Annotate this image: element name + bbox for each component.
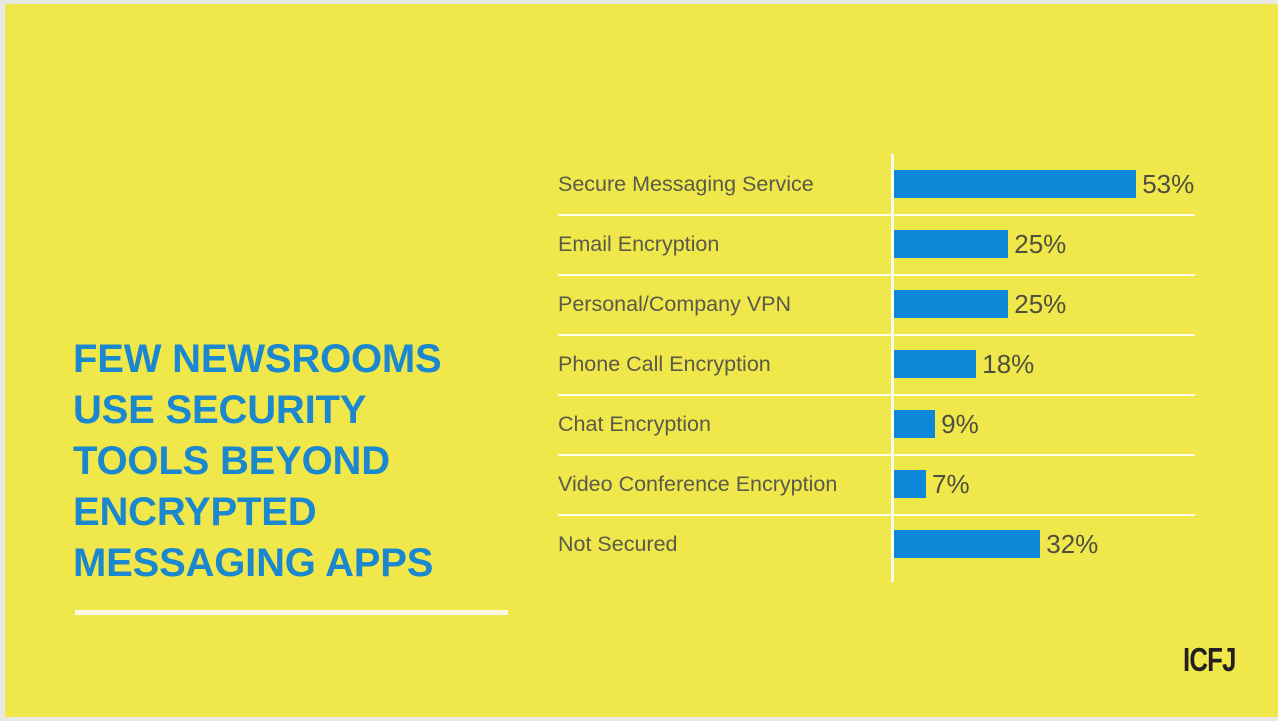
chart-bar-group: 7% bbox=[894, 454, 970, 514]
chart-bar-group: 32% bbox=[894, 514, 1098, 574]
chart-row: Chat Encryption 9% bbox=[558, 394, 1198, 454]
chart-row: Secure Messaging Service 53% bbox=[558, 154, 1198, 214]
headline-block: FEW NEWSROOMS USE SECURITY TOOLS BEYOND … bbox=[73, 334, 513, 615]
chart-bar bbox=[894, 230, 1009, 258]
chart-category-label: Email Encryption bbox=[558, 232, 720, 256]
icfj-logo: ICFJ bbox=[1183, 641, 1236, 678]
chart-value-label: 25% bbox=[1014, 289, 1067, 319]
chart-bar-group: 25% bbox=[894, 214, 1066, 274]
chart-bar-group: 9% bbox=[894, 394, 979, 454]
slide-canvas: FEW NEWSROOMS USE SECURITY TOOLS BEYOND … bbox=[5, 4, 1278, 717]
chart-category-label: Secure Messaging Service bbox=[558, 172, 814, 196]
chart-row: Personal/Company VPN 25% bbox=[558, 274, 1198, 334]
chart-value-label: 7% bbox=[931, 469, 970, 499]
chart-value-label: 32% bbox=[1046, 529, 1099, 559]
chart-value-label: 25% bbox=[1014, 229, 1067, 259]
chart-bar-group: 25% bbox=[894, 274, 1066, 334]
chart-value-label: 53% bbox=[1142, 169, 1195, 199]
chart-bar-group: 53% bbox=[894, 154, 1194, 214]
chart-category-label: Chat Encryption bbox=[558, 412, 711, 436]
chart-category-label: Not Secured bbox=[558, 532, 678, 556]
chart-bar bbox=[894, 530, 1041, 558]
chart-bar bbox=[894, 290, 1009, 318]
chart-bar bbox=[894, 410, 936, 438]
bar-chart: Secure Messaging Service 53% Email Encrypt… bbox=[558, 154, 1198, 584]
chart-bar-group: 18% bbox=[894, 334, 1034, 394]
headline-divider bbox=[75, 610, 508, 615]
chart-row: Email Encryption 25% bbox=[558, 214, 1198, 274]
chart-category-label: Personal/Company VPN bbox=[558, 292, 792, 316]
chart-row: Video Conference Encryption 7% bbox=[558, 454, 1198, 514]
chart-category-label: Phone Call Encryption bbox=[558, 352, 771, 376]
chart-bar bbox=[894, 170, 1137, 198]
chart-category-label: Video Conference Encryption bbox=[558, 472, 838, 496]
chart-value-label: 9% bbox=[941, 409, 979, 439]
chart-value-label: 18% bbox=[982, 349, 1035, 379]
chart-bar bbox=[894, 350, 977, 378]
chart-row: Phone Call Encryption 18% bbox=[558, 334, 1198, 394]
chart-row: Not Secured 32% bbox=[558, 514, 1198, 574]
page-title: FEW NEWSROOMS USE SECURITY TOOLS BEYOND … bbox=[73, 337, 442, 585]
chart-bar bbox=[894, 470, 926, 498]
